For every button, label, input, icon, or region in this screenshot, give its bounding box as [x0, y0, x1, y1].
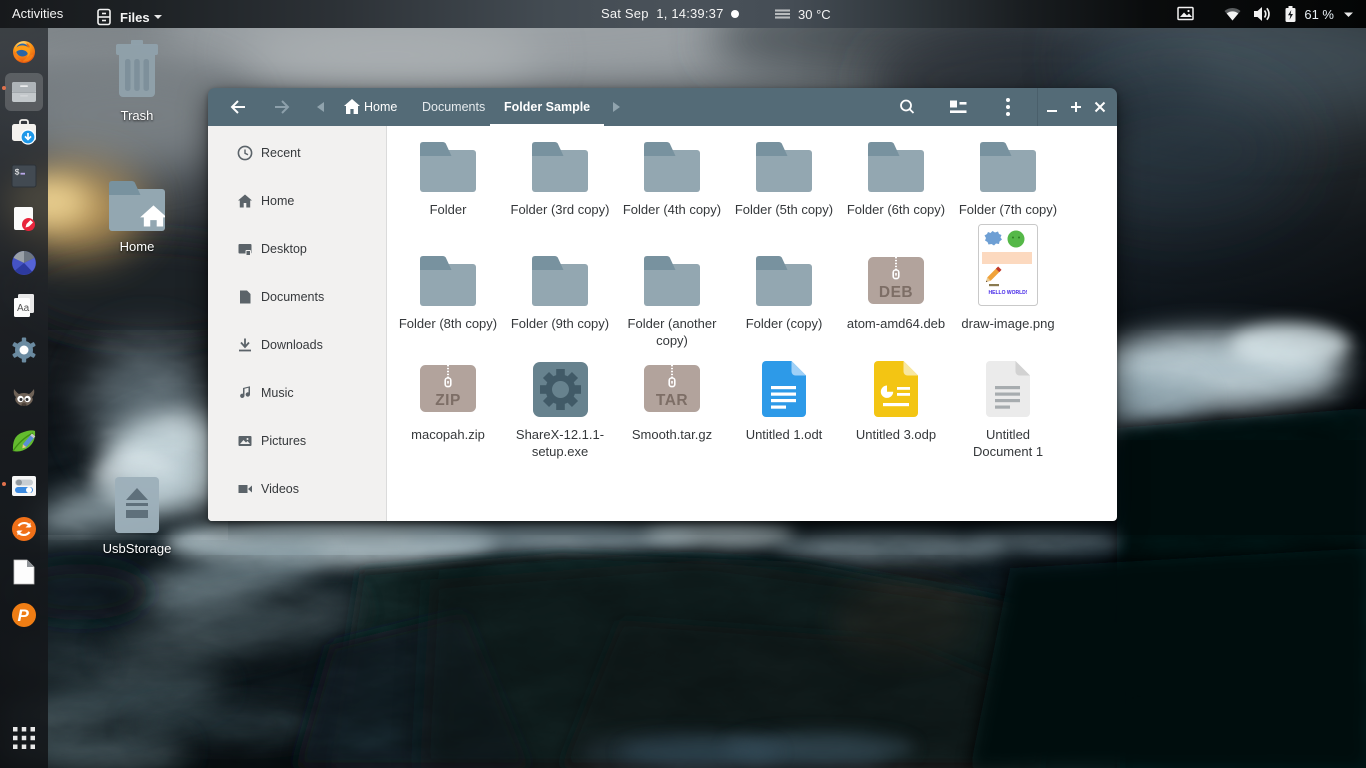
svg-text:TAR: TAR	[656, 392, 688, 409]
svg-text:ZIP: ZIP	[435, 392, 461, 409]
svg-text:DEB: DEB	[879, 284, 913, 301]
svg-text:P: P	[18, 606, 30, 625]
svg-text:Aa: Aa	[17, 303, 30, 314]
svg-text:$: $	[15, 168, 20, 178]
svg-text:HELLO WORLD!: HELLO WORLD!	[989, 290, 1028, 296]
